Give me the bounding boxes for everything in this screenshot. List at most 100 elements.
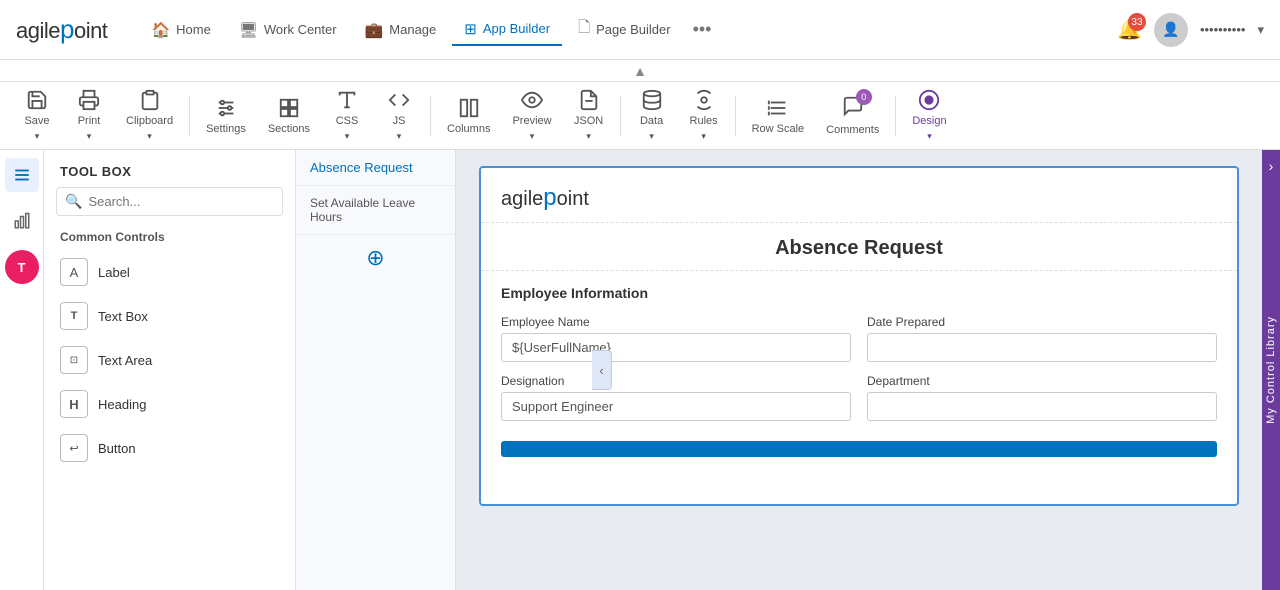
nav-home[interactable]: 🏠 Home [139,15,222,45]
grid-icon: ⊞ [464,20,477,38]
toolbar-rules[interactable]: Rules ▾ [679,85,729,146]
toolbar-js[interactable]: JS ▾ [374,85,424,146]
middle-nav-add-button[interactable]: ⊕ [296,235,455,281]
toolbar-json-label: JSON [574,115,603,127]
plus-circle-icon: ⊕ [366,245,384,271]
toolbar-design-label: Design [912,115,946,127]
toolbox-search-container: 🔍 [56,187,283,216]
collapse-bar[interactable]: ▲ [0,60,1280,82]
chevron-right-icon: › [1269,158,1274,174]
form-logo: agilepoint [501,184,1217,212]
form-input-date-prepared[interactable] [867,333,1217,362]
avatar: 👤 [1154,13,1188,47]
toolbar-settings-label: Settings [206,123,246,135]
sidebar-chart-icon[interactable] [5,204,39,238]
toolbox-item-heading[interactable]: H Heading [44,382,295,426]
form-field-employee-name: Employee Name [501,315,851,362]
nav-manage-label: Manage [389,22,436,37]
form-input-designation[interactable] [501,392,851,421]
search-input[interactable] [88,194,274,209]
toolbox-item-button[interactable]: ↩ Button [44,426,295,470]
form-card: agilepoint Absence Request Employee Info… [479,166,1239,506]
page-icon: 🗋 [578,17,590,42]
toolbox-item-label[interactable]: A Label [44,250,295,294]
form-logo-dot: p [543,184,556,211]
logo-dot: p [60,14,74,44]
nav-more[interactable]: ••• [687,13,718,46]
briefcase-icon: 💼 [365,21,384,39]
toolbox-panel: TOOL BOX 🔍 Common Controls A Label T Tex… [44,150,296,590]
form-submit-button[interactable] [501,441,1217,457]
label-tool-icon: A [60,258,88,286]
right-panel-label: My Control Library [1265,316,1277,424]
logo-text: agilepoint [16,14,107,45]
toolbar-clipboard[interactable]: Clipboard ▾ [116,85,183,146]
comments-badge: 0 [856,89,872,105]
toolbox-heading-text: Heading [98,397,146,412]
form-input-department[interactable] [867,392,1217,421]
form-field-department: Department [867,374,1217,421]
middle-nav-absence-request[interactable]: Absence Request [296,150,455,186]
toolbar-divider-4 [735,96,736,136]
heading-tool-icon: H [60,390,88,418]
collapse-panel-button[interactable]: ‹ [592,350,612,390]
main-layout: T TOOL BOX 🔍 Common Controls A Label T T… [0,150,1280,590]
user-name: •••••••••• [1200,22,1246,37]
toolbox-label-text: Label [98,265,130,280]
form-canvas: agilepoint Absence Request Employee Info… [456,150,1262,590]
form-label-date-prepared: Date Prepared [867,315,1217,329]
nav-pagebuilder[interactable]: 🗋 Page Builder [566,11,683,48]
nav-workcenter-label: Work Center [264,22,337,37]
nav-appbuilder-label: App Builder [483,21,550,36]
toolbar-save[interactable]: Save ▾ [12,85,62,146]
toolbar-columns[interactable]: Columns [437,93,500,139]
sidebar-icons: T [0,150,44,590]
nav-appbuilder[interactable]: ⊞ App Builder [452,14,562,46]
nav-manage[interactable]: 💼 Manage [353,15,449,45]
toolbar-divider-1 [189,96,190,136]
notification-button[interactable]: 🔔 33 [1117,17,1142,42]
toolbox-item-textarea[interactable]: ⊡ Text Area [44,338,295,382]
toolbar-css-label: CSS [336,115,359,127]
sidebar-list-icon[interactable] [5,158,39,192]
toolbar-preview[interactable]: Preview ▾ [502,85,561,146]
nav-workcenter[interactable]: 🖥 Work Center [227,15,349,45]
form-field-extra [501,433,1217,457]
nav-right: 🔔 33 👤 •••••••••• ▾ [1117,13,1264,47]
nav-pagebuilder-label: Page Builder [596,22,670,37]
toolbox-item-textbox[interactable]: T Text Box [44,294,295,338]
middle-nav: Absence Request Set Available Leave Hour… [296,150,456,590]
toolbox-section-title: Common Controls [44,224,295,250]
form-label-designation: Designation [501,374,851,388]
top-nav: agilepoint 🏠 Home 🖥 Work Center 💼 Manage… [0,0,1280,60]
toolbar-rowscale[interactable]: Row Scale [742,93,815,139]
toolbar-rules-label: Rules [690,115,718,127]
toolbar-print[interactable]: Print ▾ [64,85,114,146]
textarea-tool-icon: ⊡ [60,346,88,374]
button-tool-icon: ↩ [60,434,88,462]
toolbar-design[interactable]: Design ▾ [902,85,956,146]
user-dropdown-icon[interactable]: ▾ [1257,22,1264,38]
toolbar-json[interactable]: JSON ▾ [564,85,614,146]
form-label-employee-name: Employee Name [501,315,851,329]
nav-items: 🏠 Home 🖥 Work Center 💼 Manage ⊞ App Buil… [139,11,1109,48]
collapse-arrow-icon: ▲ [633,63,647,79]
form-section-title: Employee Information [481,271,1237,309]
toolbar-columns-label: Columns [447,123,490,135]
toolbar-sections[interactable]: Sections [258,93,320,139]
toolbar: Save ▾ Print ▾ Clipboard ▾ Settings Sect… [0,82,1280,150]
form-input-employee-name[interactable] [501,333,851,362]
toolbar-css[interactable]: CSS ▾ [322,85,372,146]
toolbar-divider-2 [430,96,431,136]
toolbar-data[interactable]: Data ▾ [627,85,677,146]
right-control-library[interactable]: › My Control Library [1262,150,1280,590]
toolbar-settings[interactable]: Settings [196,93,256,139]
toolbar-save-label: Save [24,115,49,127]
toolbox-textarea-text: Text Area [98,353,152,368]
middle-nav-leave-hours[interactable]: Set Available Leave Hours [296,186,455,235]
toolbox-textbox-text: Text Box [98,309,148,324]
toolbar-comments-label: Comments [826,124,879,136]
toolbar-comments[interactable]: 0 Comments [816,91,889,140]
sidebar-user-avatar: T [5,250,39,284]
form-label-department: Department [867,374,1217,388]
